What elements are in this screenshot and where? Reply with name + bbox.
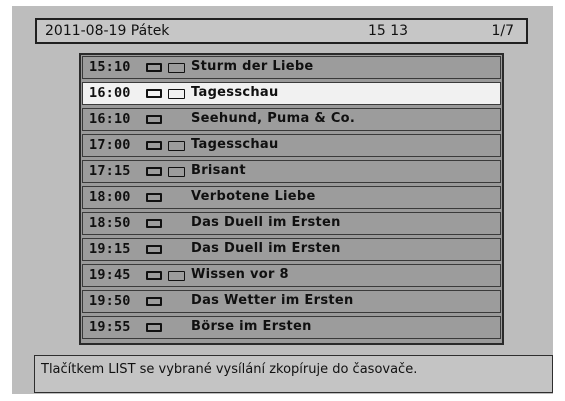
- program-time: 16:10: [89, 111, 131, 127]
- program-title: Seehund, Puma & Co.: [191, 111, 356, 126]
- program-time: 15:10: [89, 59, 131, 75]
- program-title: Das Duell im Ersten: [191, 215, 341, 230]
- tv-screen-icon: [146, 115, 162, 124]
- program-time: 17:15: [89, 163, 131, 179]
- program-time: 17:00: [89, 137, 131, 153]
- program-title: Börse im Ersten: [191, 319, 312, 334]
- program-title: Das Duell im Ersten: [191, 241, 341, 256]
- program-time: 19:50: [89, 293, 131, 309]
- program-title: Verbotene Liebe: [191, 189, 316, 204]
- header-page-indicator: 1/7: [491, 23, 514, 39]
- tv-screen-icon: [146, 89, 162, 98]
- program-row[interactable]: 19:50 Das Wetter im Ersten: [82, 290, 501, 313]
- program-title: Brisant: [191, 163, 246, 178]
- program-row[interactable]: 15:10 Sturm der Liebe: [82, 56, 501, 79]
- teletext-icon: [168, 167, 185, 177]
- teletext-icon: [168, 63, 185, 73]
- program-row[interactable]: 16:10 Seehund, Puma & Co.: [82, 108, 501, 131]
- program-row[interactable]: 17:00 Tagesschau: [82, 134, 501, 157]
- program-title: Wissen vor 8: [191, 267, 289, 282]
- program-row[interactable]: 18:50 Das Duell im Ersten: [82, 212, 501, 235]
- tv-screen-icon: [146, 63, 162, 72]
- program-time: 18:50: [89, 215, 131, 231]
- program-title: Das Wetter im Ersten: [191, 293, 354, 308]
- teletext-icon: [168, 271, 185, 281]
- tv-screen-icon: [146, 167, 162, 176]
- program-row[interactable]: 19:55 Börse im Ersten: [82, 316, 501, 339]
- tv-screen-icon: [146, 141, 162, 150]
- header-clock: 15 13: [368, 23, 409, 39]
- program-row[interactable]: 18:00 Verbotene Liebe: [82, 186, 501, 209]
- hint-text: Tlačítkem LIST se vybrané vysílání zkopí…: [41, 362, 418, 377]
- teletext-icon: [168, 141, 185, 151]
- program-list: 15:10 Sturm der Liebe 16:00 Tagesschau 16:10…: [79, 53, 504, 345]
- program-time: 19:55: [89, 319, 131, 335]
- program-title: Sturm der Liebe: [191, 59, 314, 74]
- epg-header: 2011-08-19 Pátek 15 13 1/7: [35, 18, 528, 44]
- program-title: Tagesschau: [191, 137, 279, 152]
- tv-screen-icon: [146, 245, 162, 254]
- tv-screen-icon: [146, 219, 162, 228]
- epg-screen: 2011-08-19 Pátek 15 13 1/7 15:10 Sturm de…: [0, 0, 565, 401]
- program-time: 19:15: [89, 241, 131, 257]
- program-row[interactable]: 17:15 Brisant: [82, 160, 501, 183]
- tv-screen-icon: [146, 323, 162, 332]
- program-row-selected[interactable]: 16:00 Tagesschau: [82, 82, 501, 105]
- tv-screen-icon: [146, 271, 162, 280]
- program-title: Tagesschau: [191, 85, 279, 100]
- teletext-icon: [168, 89, 185, 99]
- program-row[interactable]: 19:45 Wissen vor 8: [82, 264, 501, 287]
- hint-bar: Tlačítkem LIST se vybrané vysílání zkopí…: [34, 355, 553, 393]
- header-date: 2011-08-19 Pátek: [45, 23, 170, 39]
- tv-screen-icon: [146, 297, 162, 306]
- program-time: 18:00: [89, 189, 131, 205]
- program-time: 19:45: [89, 267, 131, 283]
- tv-screen-icon: [146, 193, 162, 202]
- program-time: 16:00: [89, 85, 131, 101]
- program-row[interactable]: 19:15 Das Duell im Ersten: [82, 238, 501, 261]
